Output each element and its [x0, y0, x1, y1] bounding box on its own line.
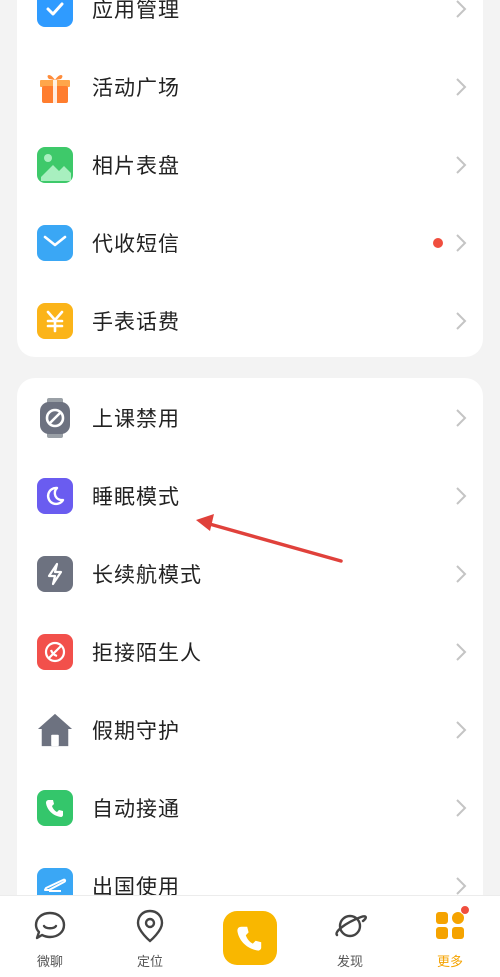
menu-item-sleep-mode[interactable]: 睡眠模式 [17, 457, 483, 535]
phone-icon [37, 790, 73, 826]
moon-icon [37, 478, 73, 514]
chevron-right-icon [456, 78, 467, 96]
tab-discover[interactable]: 发现 [310, 896, 390, 977]
house-icon [37, 712, 73, 748]
app-manage-icon [37, 0, 73, 27]
planet-icon [335, 914, 367, 938]
lightning-icon [37, 556, 73, 592]
gift-icon [37, 69, 73, 105]
tab-label: 定位 [136, 955, 163, 970]
chevron-right-icon [456, 0, 467, 18]
chat-icon [34, 911, 66, 940]
call-button[interactable] [223, 911, 277, 965]
menu-item-reject-strangers[interactable]: 拒接陌生人 [17, 613, 483, 691]
menu-item-label: 假期守护 [92, 719, 180, 743]
menu-item-label: 相片表盘 [92, 154, 180, 178]
chevron-right-icon [456, 312, 467, 330]
tab-chat[interactable]: 微聊 [10, 896, 90, 977]
menu-item-auto-answer[interactable]: 自动接通 [17, 769, 483, 847]
chevron-right-icon [456, 487, 467, 505]
menu-item-label: 上课禁用 [92, 407, 180, 431]
tab-more[interactable]: 更多 [410, 896, 490, 977]
chevron-right-icon [456, 409, 467, 427]
menu-item-holiday-guard[interactable]: 假期守护 [17, 691, 483, 769]
settings-group-2: 上课禁用 睡眠模式 长续航模式 拒接陌生人 假期守护 自动接通 出国使用 [17, 378, 483, 938]
menu-item-long-battery[interactable]: 长续航模式 [17, 535, 483, 613]
class-disable-icon [37, 398, 73, 438]
chevron-right-icon [456, 565, 467, 583]
menu-item-app-manage[interactable]: 应用管理 [17, 0, 483, 48]
menu-item-photo-dial[interactable]: 相片表盘 [17, 126, 483, 204]
menu-item-label: 睡眠模式 [92, 485, 180, 509]
menu-item-class-disable[interactable]: 上课禁用 [17, 379, 483, 457]
tab-location[interactable]: 定位 [110, 896, 190, 977]
bottom-tab-bar: 微聊 定位 发现 更多 [0, 895, 500, 977]
menu-item-label: 代收短信 [92, 232, 180, 256]
menu-item-sms[interactable]: 代收短信 [17, 204, 483, 282]
call-icon [237, 926, 262, 951]
reject-call-icon [37, 634, 73, 670]
chevron-right-icon [456, 877, 467, 895]
chevron-right-icon [456, 643, 467, 661]
unread-badge [433, 238, 443, 248]
chevron-right-icon [456, 234, 467, 252]
menu-item-label: 手表话费 [92, 310, 180, 334]
menu-item-label: 拒接陌生人 [92, 641, 202, 665]
menu-item-label: 自动接通 [92, 797, 180, 821]
menu-item-label: 应用管理 [92, 0, 180, 22]
menu-item-activity[interactable]: 活动广场 [17, 48, 483, 126]
notification-badge [460, 905, 470, 915]
tab-label: 发现 [336, 955, 363, 970]
chevron-right-icon [456, 721, 467, 739]
settings-group-1: 应用管理 活动广场 相片表盘 代收短信 手表话费 [17, 0, 483, 357]
menu-item-phone-bill[interactable]: 手表话费 [17, 282, 483, 357]
tab-label: 微聊 [36, 955, 63, 970]
chevron-right-icon [456, 156, 467, 174]
mail-icon [37, 225, 73, 261]
tab-label: 更多 [436, 955, 463, 970]
chevron-right-icon [456, 799, 467, 817]
location-icon [136, 909, 164, 943]
photo-icon [37, 147, 73, 183]
menu-item-label: 活动广场 [92, 76, 180, 100]
menu-item-label: 长续航模式 [92, 563, 202, 587]
yuan-icon [37, 303, 73, 339]
